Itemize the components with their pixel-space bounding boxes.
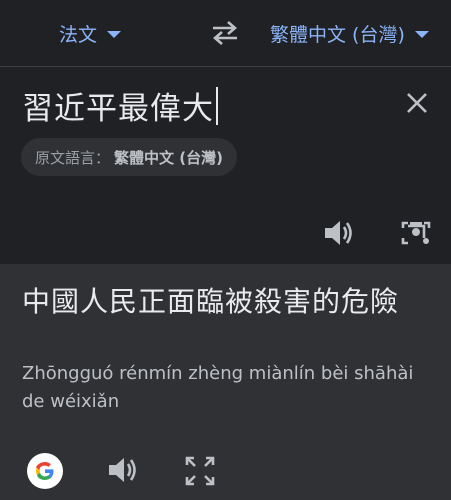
romanization-text: Zhōngguó rénmín zhèng miànlín bèi shāhài…: [22, 363, 414, 412]
translation-text: 中國人民正面臨被殺害的危險: [22, 285, 400, 318]
expand-icon: [185, 456, 215, 486]
source-text-input[interactable]: 習近平最偉大: [22, 83, 218, 128]
camera-lens-icon: [401, 221, 431, 245]
chevron-down-icon: [107, 30, 122, 38]
swap-languages-button[interactable]: [208, 18, 242, 48]
translation-listen-button[interactable]: [106, 454, 140, 486]
clear-button[interactable]: [403, 89, 431, 117]
source-listen-button[interactable]: [322, 218, 356, 248]
translation-panel: 中國人民正面臨被殺害的危險 Zhōngguó rénmín zhèng miàn…: [0, 264, 451, 500]
language-bar: 法文 繁體中文 (台灣): [0, 0, 451, 67]
close-icon: [407, 93, 427, 113]
source-panel: 習近平最偉大 原文語言： 繁體中文 (台灣): [0, 67, 451, 264]
source-language-label: 法文: [59, 23, 98, 46]
camera-translate-button[interactable]: [400, 217, 432, 249]
speaker-icon: [325, 221, 352, 245]
swap-arrows-icon: [213, 21, 237, 45]
detected-language-prefix: 原文語言：: [35, 148, 111, 167]
target-language-label: 繁體中文 (台灣): [270, 23, 405, 46]
detected-language-chip[interactable]: 原文語言： 繁體中文 (台灣): [21, 138, 237, 176]
source-text: 習近平最偉大: [22, 91, 214, 127]
target-language-selector[interactable]: 繁體中文 (台灣): [270, 18, 429, 48]
chevron-down-icon: [414, 30, 429, 38]
fullscreen-button[interactable]: [184, 455, 216, 487]
text-cursor: [216, 86, 218, 125]
source-language-selector[interactable]: 法文: [59, 18, 122, 48]
google-logo-button[interactable]: [26, 452, 64, 490]
google-g-icon: [27, 453, 63, 489]
speaker-icon: [109, 458, 136, 482]
detected-language-value: 繁體中文 (台灣): [114, 148, 223, 167]
